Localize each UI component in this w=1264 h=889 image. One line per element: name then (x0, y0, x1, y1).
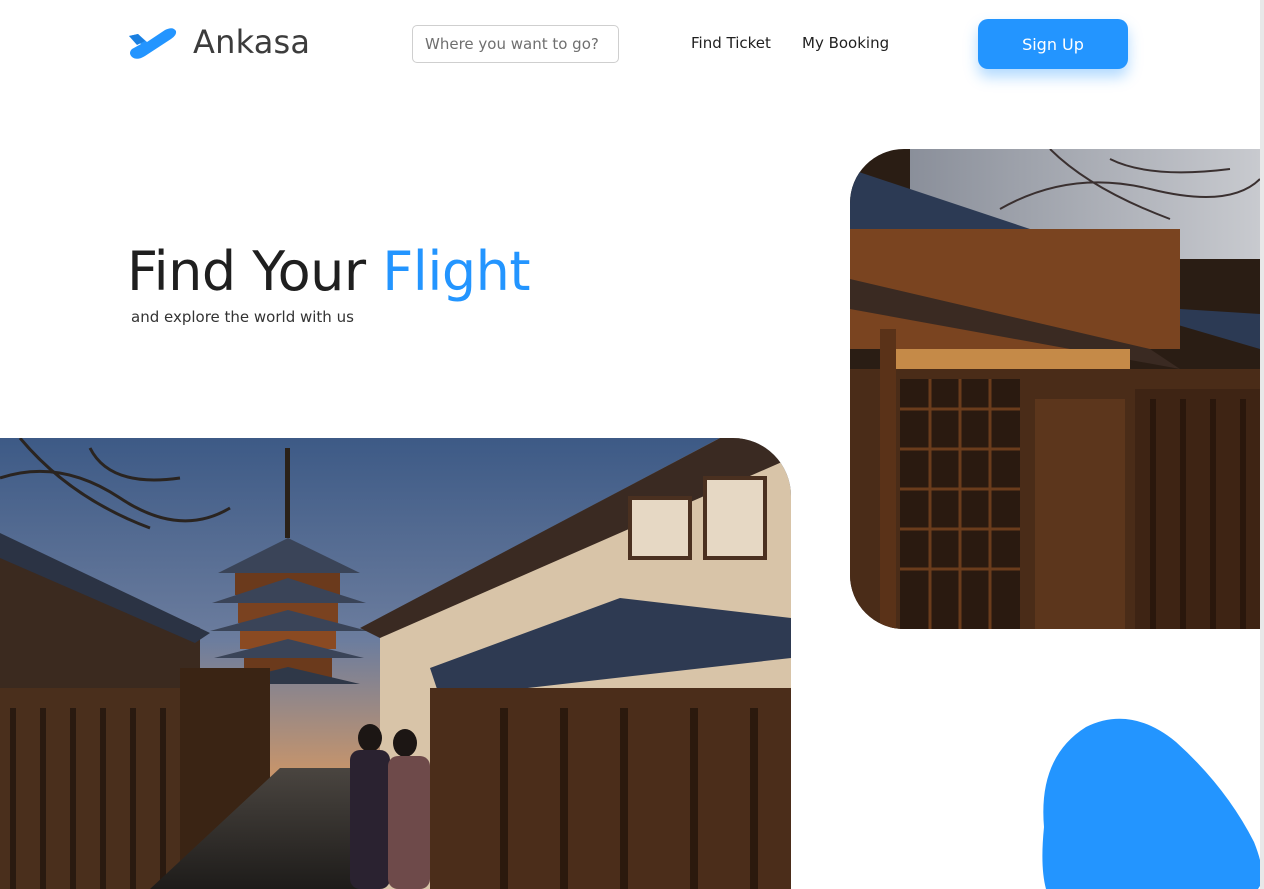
brand[interactable]: Ankasa (127, 22, 310, 62)
hero-subtitle: and explore the world with us (131, 308, 354, 326)
hero-title: Find Your Flight (127, 240, 530, 303)
brand-name: Ankasa (193, 23, 311, 61)
hero-title-accent: Flight (382, 240, 530, 303)
plane-icon (127, 22, 177, 62)
hero-photo-wooden-house (850, 149, 1260, 629)
navbar: Ankasa Find Ticket My Booking Sign Up (0, 0, 1264, 90)
hero-photo-kyoto-street (0, 438, 791, 889)
scrollbar[interactable] (1260, 0, 1264, 889)
nav-find-ticket[interactable]: Find Ticket (691, 34, 771, 52)
search-input[interactable] (412, 25, 619, 63)
decorative-blob (1036, 717, 1264, 889)
sign-up-button[interactable]: Sign Up (978, 19, 1128, 69)
nav-my-booking[interactable]: My Booking (802, 34, 889, 52)
hero-title-text: Find Your (127, 240, 383, 303)
